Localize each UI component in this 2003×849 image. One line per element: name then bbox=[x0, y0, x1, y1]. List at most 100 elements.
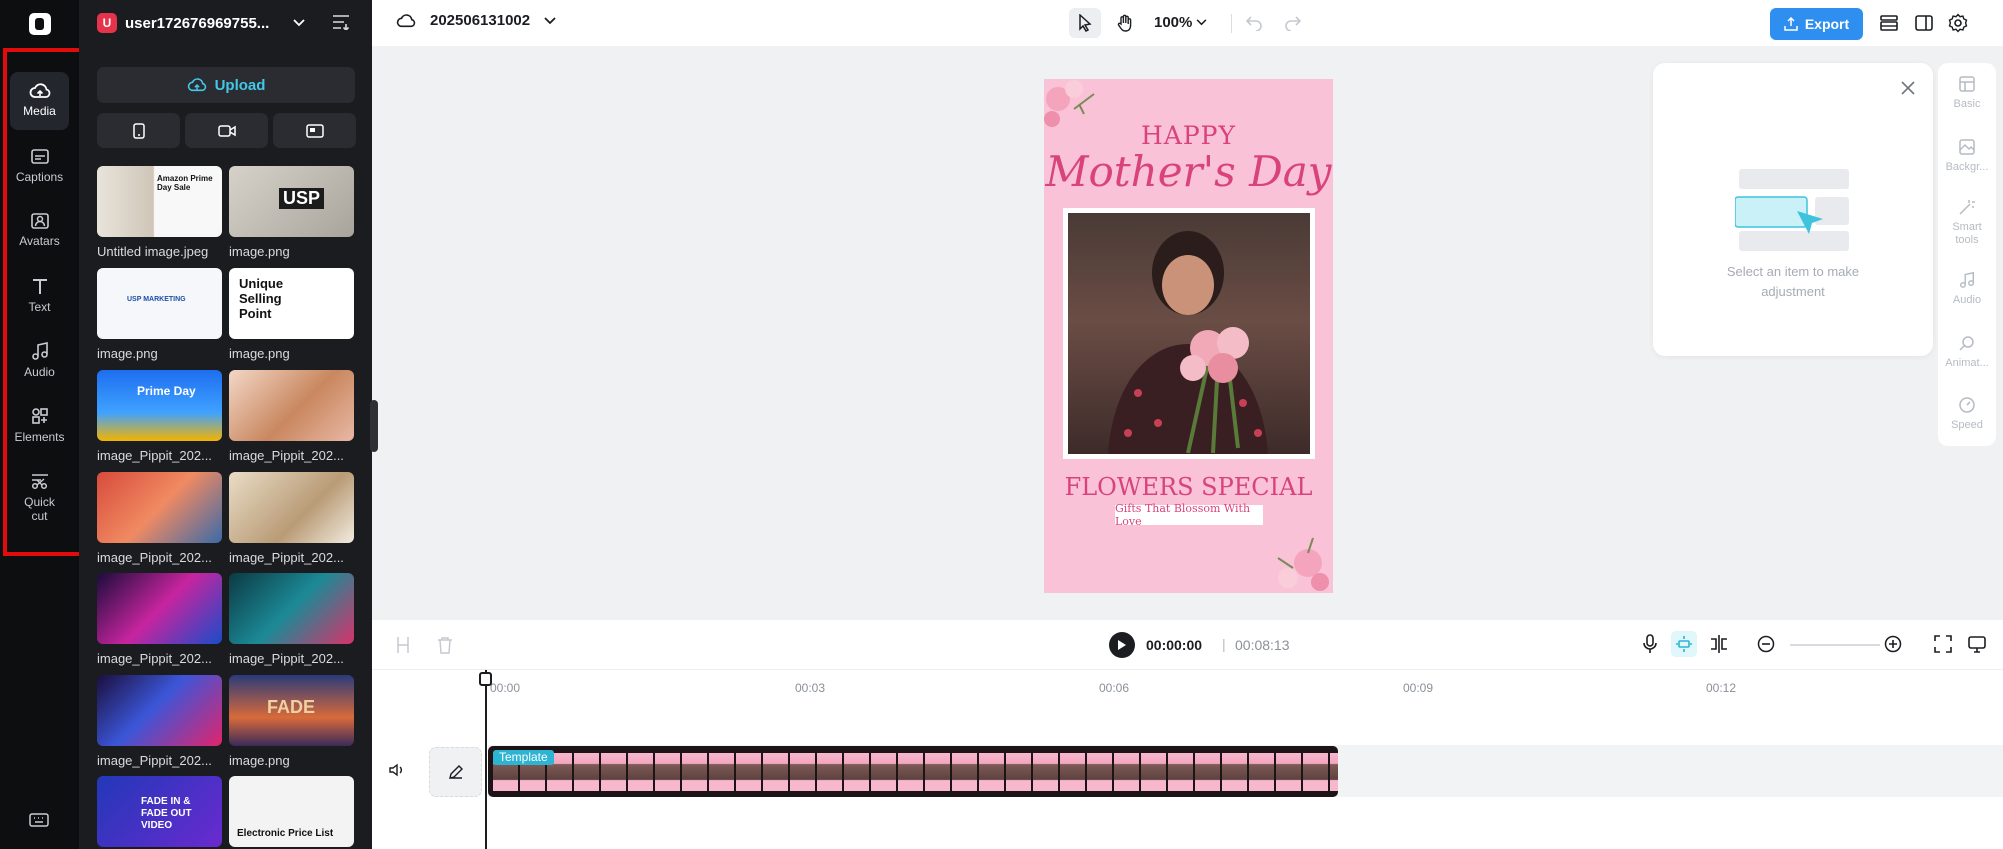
cloud-upload-icon bbox=[29, 83, 50, 98]
music-note-icon bbox=[1959, 271, 1975, 288]
rail-item-elements[interactable]: Elements bbox=[10, 406, 69, 444]
play-button[interactable] bbox=[1109, 632, 1135, 658]
media-item[interactable]: image_Pippit_202... bbox=[97, 472, 222, 565]
project-name: 202506131002 bbox=[430, 12, 531, 29]
volume-icon[interactable] bbox=[389, 763, 405, 777]
media-item[interactable]: FADE IN & FADE OUT VIDEO bbox=[97, 776, 222, 847]
media-filename: image_Pippit_202... bbox=[229, 448, 344, 463]
clip-frame-thumbnail bbox=[763, 753, 788, 791]
rail-item-media[interactable]: Media bbox=[10, 72, 69, 130]
properties-tabs: Basic Backgr... Smart tools Audio Animat… bbox=[1938, 63, 1996, 446]
media-filename: image_Pippit_202... bbox=[229, 651, 344, 666]
rail-item-quick-cut[interactable]: Quick cut bbox=[10, 471, 69, 523]
playhead-handle[interactable] bbox=[479, 672, 492, 686]
clip-frame-thumbnail bbox=[844, 753, 869, 791]
time-separator: | bbox=[1222, 636, 1226, 652]
tab-label: Audio bbox=[1952, 294, 1982, 306]
export-button[interactable]: Export bbox=[1770, 8, 1863, 40]
media-item[interactable]: USP MARKETING image.png bbox=[97, 268, 222, 361]
zoom-out-icon[interactable] bbox=[1757, 635, 1775, 653]
timeline-zoom-slider[interactable] bbox=[1790, 644, 1880, 646]
select-item-illustration bbox=[1735, 169, 1849, 251]
panel-resize-handle[interactable] bbox=[370, 400, 378, 452]
tab-animation[interactable]: Animat... bbox=[1938, 334, 1996, 370]
edit-cover-button[interactable] bbox=[429, 747, 482, 797]
woman-with-roses-image bbox=[1108, 231, 1268, 454]
tab-basic[interactable]: Basic bbox=[1938, 75, 1996, 111]
media-thumbnail bbox=[229, 370, 354, 441]
link-split-icon[interactable] bbox=[1709, 634, 1729, 654]
ruler-tick-label: 00:12 bbox=[1706, 681, 1737, 695]
project-name-dropdown[interactable]: 202506131002 bbox=[396, 12, 556, 29]
rail-item-label: Media bbox=[23, 104, 56, 118]
zoom-in-icon[interactable] bbox=[1884, 635, 1902, 653]
music-note-icon bbox=[31, 342, 48, 360]
magnet-snap-toggle[interactable] bbox=[1671, 631, 1697, 657]
media-item[interactable]: image_Pippit_202... bbox=[229, 370, 354, 463]
zoom-dropdown[interactable]: 100% bbox=[1154, 14, 1207, 31]
animation-icon bbox=[1959, 336, 1974, 351]
media-item[interactable]: Electronic Price List bbox=[229, 776, 354, 847]
canvas-preview[interactable]: HAPPY Mother's Day FLOWERS SPECIAL Gifts… bbox=[1044, 79, 1333, 593]
template-clip[interactable]: Template bbox=[488, 746, 1338, 797]
clip-label: Template bbox=[493, 750, 554, 765]
ruler-tick-label: 00:09 bbox=[1403, 681, 1434, 695]
clip-frame-thumbnail bbox=[952, 753, 977, 791]
properties-card: Select an item to make adjustment bbox=[1653, 63, 1933, 356]
fullscreen-icon[interactable] bbox=[1934, 635, 1952, 653]
camera-source-button[interactable] bbox=[185, 113, 268, 148]
phone-source-button[interactable] bbox=[97, 113, 180, 148]
media-filename: image.png bbox=[229, 244, 290, 259]
tab-audio[interactable]: Audio bbox=[1938, 271, 1996, 307]
media-item[interactable]: image_Pippit_202... bbox=[229, 573, 354, 666]
gear-icon[interactable] bbox=[1948, 13, 1968, 33]
tab-smart-tools[interactable]: Smart tools bbox=[1938, 198, 1996, 247]
split-clip-icon[interactable] bbox=[395, 636, 411, 654]
media-item[interactable]: Prime Day image_Pippit_202... bbox=[97, 370, 222, 463]
keyboard-icon[interactable] bbox=[29, 812, 49, 828]
split-layout-icon[interactable] bbox=[1914, 13, 1934, 33]
scissors-icon bbox=[31, 474, 48, 490]
media-item[interactable]: image_Pippit_202... bbox=[97, 573, 222, 666]
hand-tool-button[interactable] bbox=[1109, 8, 1141, 38]
media-item[interactable]: Unique Selling Point image.png bbox=[229, 268, 354, 361]
screen-source-button[interactable] bbox=[273, 113, 356, 148]
layers-icon[interactable] bbox=[1879, 13, 1899, 33]
poster-heading-mothers-day: Mother's Day bbox=[1045, 147, 1332, 196]
cloud-icon bbox=[396, 13, 416, 27]
chevron-down-icon bbox=[1196, 19, 1207, 26]
rail-item-audio[interactable]: Audio bbox=[10, 341, 69, 379]
monitor-icon[interactable] bbox=[1968, 635, 1986, 653]
media-filename: image_Pippit_202... bbox=[97, 753, 212, 768]
tab-speed[interactable]: Speed bbox=[1938, 396, 1996, 432]
sort-menu-icon[interactable] bbox=[332, 14, 350, 30]
tab-background[interactable]: Backgr... bbox=[1938, 138, 1996, 174]
clip-frame-thumbnail bbox=[1087, 753, 1112, 791]
phone-icon bbox=[132, 122, 145, 139]
media-thumbnail: Prime Day bbox=[97, 370, 222, 441]
tab-label: Smart tools bbox=[1952, 221, 1982, 246]
clip-frame-thumbnail bbox=[898, 753, 923, 791]
select-tool-button[interactable] bbox=[1069, 8, 1101, 38]
microphone-icon[interactable] bbox=[1642, 634, 1658, 654]
media-filename: image_Pippit_202... bbox=[97, 550, 212, 565]
media-filename: Untitled image.jpeg bbox=[97, 244, 209, 259]
upload-button[interactable]: Upload bbox=[97, 67, 355, 103]
media-filename: image_Pippit_202... bbox=[229, 550, 344, 565]
undo-icon[interactable] bbox=[1245, 13, 1263, 31]
media-item[interactable]: USP image.png bbox=[229, 166, 354, 259]
rail-item-captions[interactable]: Captions bbox=[10, 148, 69, 184]
rail-item-text[interactable]: Text bbox=[10, 276, 69, 314]
rail-item-label: Audio bbox=[24, 365, 55, 379]
media-item[interactable]: FADE image.png bbox=[229, 675, 354, 768]
clip-frame-thumbnail bbox=[1330, 753, 1338, 791]
rail-item-avatars[interactable]: Avatars bbox=[10, 212, 69, 248]
media-item[interactable]: image_Pippit_202... bbox=[229, 472, 354, 565]
media-item[interactable]: image_Pippit_202... bbox=[97, 675, 222, 768]
trash-icon[interactable] bbox=[437, 636, 453, 654]
account-switcher[interactable]: U user172676969755... bbox=[97, 12, 305, 34]
redo-icon[interactable] bbox=[1284, 13, 1302, 31]
close-icon[interactable] bbox=[1901, 81, 1915, 95]
app-logo[interactable] bbox=[29, 13, 51, 35]
media-item[interactable]: Amazon Prime Day Sale Untitled image.jpe… bbox=[97, 166, 222, 259]
